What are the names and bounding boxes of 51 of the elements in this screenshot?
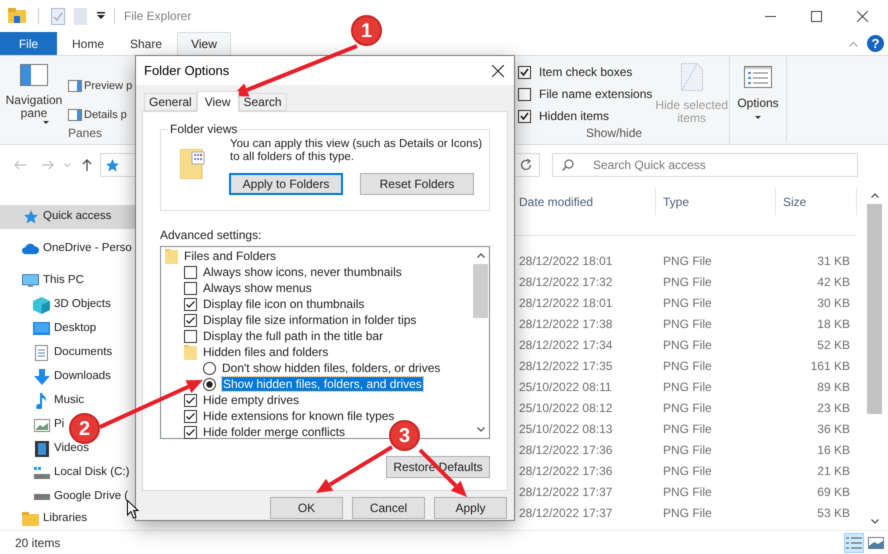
table-cell-text: 25/10/2022 08:13 — [518, 420, 614, 438]
table-cell-text: PNG File — [662, 294, 713, 312]
step-badge: 2 — [69, 413, 100, 444]
table-cell-text: PNG File — [662, 442, 713, 458]
table-cell-text: PNG File — [662, 378, 713, 396]
group-label: Show/hide — [586, 126, 642, 140]
checkbox-label: File name extensions — [539, 86, 652, 103]
table-cell-text: 28/12/2022 17:35 — [518, 358, 614, 374]
checkbox-label: Hidden items — [539, 108, 610, 125]
table-cell-text: 30 KB — [816, 294, 850, 312]
group-label: Panes — [68, 125, 104, 142]
table-cell-text: PNG File — [662, 420, 713, 438]
table-cell-text: 25/10/2022 08:11 — [518, 378, 613, 396]
table-cell-text: PNG File — [662, 336, 713, 354]
table-cell-text: 36 KB — [816, 420, 850, 438]
table-cell-text: 28/12/2022 17:34 — [518, 336, 614, 354]
table-cell-text: PNG File — [662, 358, 713, 374]
table-cell-text: 69 KB — [816, 484, 850, 500]
table-cell-text: 21 KB — [816, 462, 850, 480]
table-cell-text: PNG File — [662, 252, 713, 270]
table-cell-text: 53 KB — [816, 504, 850, 522]
table-cell-text: 16 KB — [816, 442, 850, 458]
table-cell-text: 28/12/2022 18:01 — [518, 252, 614, 270]
table-cell-text: 28/12/2022 17:32 — [518, 274, 614, 290]
table-cell-text: 28/12/2022 18:01 — [518, 294, 614, 312]
item-count: 20 items — [15, 534, 60, 552]
table-cell-text: 28/12/2022 17:36 — [518, 462, 614, 480]
table-cell-text: 28/12/2022 17:37 — [518, 504, 614, 522]
table-cell-text: 161 KB — [810, 358, 850, 374]
table-cell-text: PNG File — [662, 462, 713, 480]
table-cell-text: 31 KB — [816, 252, 850, 270]
table-cell-text: 28/12/2022 17:37 — [518, 484, 614, 500]
table-cell-text: 23 KB — [816, 400, 850, 416]
table-cell-text: 89 KB — [816, 378, 850, 396]
folder-views-description: You can apply this view (such as Details or Icons) to all folders of this type. — [230, 138, 484, 164]
table-cell-text: 18 KB — [816, 316, 850, 332]
section-label: Advanced settings: — [160, 228, 262, 242]
table-cell-text: 52 KB — [816, 336, 850, 354]
checkbox-label: Item check boxes — [539, 64, 632, 81]
dialog-title: Folder Options — [144, 62, 230, 80]
table-cell-text: PNG File — [662, 316, 713, 332]
table-cell-text: 28/12/2022 17:38 — [518, 316, 614, 332]
group-legend: Folder views — [168, 122, 240, 136]
table-cell-text: PNG File — [662, 274, 713, 290]
table-cell-text: 42 KB — [816, 274, 850, 290]
table-cell-text: 28/12/2022 17:36 — [518, 442, 614, 458]
window-title: File Explorer — [124, 8, 192, 25]
table-cell-text: 25/10/2022 08:12 — [518, 400, 614, 416]
table-cell-text: PNG File — [662, 400, 713, 416]
table-cell-text: PNG File — [662, 484, 713, 500]
table-cell-text: PNG File — [662, 504, 713, 522]
